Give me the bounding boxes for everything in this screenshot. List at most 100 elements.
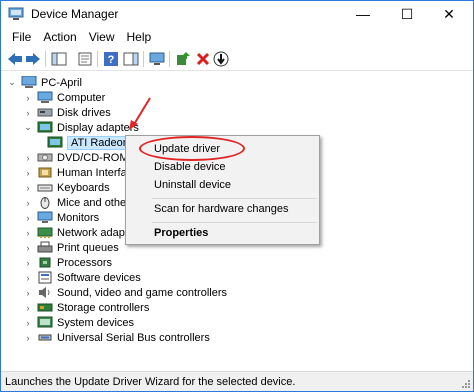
tree-item-print-queues[interactable]: › Print queues <box>23 240 119 255</box>
menu-item-properties[interactable]: Properties <box>154 227 208 239</box>
tree-item-label: Software devices <box>57 271 141 284</box>
keyboard-icon <box>37 181 53 194</box>
action-pane-icon[interactable] <box>123 51 139 67</box>
tree-item-software-devices[interactable]: › Software devices <box>23 270 141 285</box>
help-icon[interactable]: ? <box>103 51 119 67</box>
chevron-right-icon[interactable]: › <box>23 333 33 343</box>
annotation-ellipse <box>139 136 245 161</box>
tree-item-label: Human Interfac <box>57 166 133 179</box>
annotation-arrow <box>129 97 151 130</box>
tree-item-disk-drives[interactable]: › Disk drives <box>23 105 111 120</box>
menu-separator <box>152 222 317 223</box>
chevron-right-icon[interactable]: › <box>23 318 33 328</box>
tree-item-system-devices[interactable]: › System devices <box>23 315 134 330</box>
tree-item-ati-radeon[interactable]: ATI Radeon <box>43 135 133 150</box>
dvd-drive-icon <box>37 151 53 164</box>
chevron-down-icon[interactable]: ⌄ <box>7 77 17 88</box>
storage-controller-icon <box>37 301 53 314</box>
tree-item-network-adapters[interactable]: › Network adapte <box>23 225 135 240</box>
chevron-right-icon[interactable]: › <box>23 93 33 103</box>
minimize-button[interactable]: — <box>341 1 385 27</box>
tree-item-computer[interactable]: › Computer <box>23 90 105 105</box>
disk-drive-icon <box>37 106 53 119</box>
tree-item-mice[interactable]: › Mice and other <box>23 195 130 210</box>
computer-icon <box>21 75 37 89</box>
display-adapter-icon <box>37 121 53 134</box>
tree-item-keyboards[interactable]: › Keyboards <box>23 180 110 195</box>
chevron-right-icon[interactable]: › <box>23 108 33 118</box>
update-driver-icon[interactable] <box>175 51 191 67</box>
menu-action[interactable]: Action <box>37 27 82 47</box>
chevron-right-icon[interactable]: › <box>23 273 33 283</box>
close-button[interactable]: ✕ <box>427 1 471 27</box>
network-adapter-icon <box>37 226 53 239</box>
menu-help[interactable]: Help <box>121 27 158 47</box>
tree-item-processors[interactable]: › Processors <box>23 255 113 270</box>
computer-icon <box>37 91 53 104</box>
tree-item-label: System devices <box>57 316 135 329</box>
maximize-button[interactable]: ☐ <box>385 1 429 27</box>
chevron-right-icon[interactable]: › <box>23 213 33 223</box>
monitor-icon <box>37 211 53 224</box>
tree-item-label: Print queues <box>57 241 119 254</box>
tree-root[interactable]: ⌄ PC-April <box>7 75 82 90</box>
menu-item-scan-hardware[interactable]: Scan for hardware changes <box>154 203 289 215</box>
properties-icon[interactable] <box>77 51 93 67</box>
chevron-right-icon[interactable]: › <box>23 303 33 313</box>
forward-arrow-icon[interactable] <box>25 51 41 67</box>
toolbar-separator <box>45 51 46 67</box>
uninstall-device-icon[interactable] <box>195 51 211 67</box>
toolbar-separator <box>169 51 170 67</box>
tree-item-sound-video[interactable]: › Sound, video and game controllers <box>23 285 228 300</box>
chevron-right-icon[interactable]: › <box>23 258 33 268</box>
display-adapter-icon <box>47 136 63 149</box>
toolbar: ? <box>1 47 473 71</box>
tree-item-label: DVD/CD-ROM <box>57 151 129 164</box>
device-manager-window: Device Manager — ☐ ✕ File Action View He… <box>0 0 474 392</box>
mouse-icon <box>37 196 53 209</box>
resize-grip-icon[interactable] <box>461 379 471 389</box>
chevron-down-icon[interactable]: ⌄ <box>23 122 33 133</box>
status-text: Launches the Update Driver Wizard for th… <box>5 376 296 388</box>
menu-view[interactable]: View <box>83 27 121 47</box>
menu-file[interactable]: File <box>6 27 37 47</box>
chevron-right-icon[interactable]: › <box>23 243 33 253</box>
chevron-right-icon[interactable]: › <box>23 153 33 163</box>
hid-icon <box>37 166 53 179</box>
toolbar-separator <box>97 51 98 67</box>
tree-item-display-adapters[interactable]: ⌄ Display adapters <box>23 120 139 135</box>
tree-item-label: Storage controllers <box>57 301 150 314</box>
status-bar: Launches the Update Driver Wizard for th… <box>1 371 473 391</box>
chevron-right-icon[interactable]: › <box>23 198 33 208</box>
tree-item-usb-controllers[interactable]: › Universal Serial Bus controllers <box>23 330 210 345</box>
system-device-icon <box>37 316 53 329</box>
chevron-right-icon[interactable]: › <box>23 168 33 178</box>
chevron-right-icon[interactable]: › <box>23 228 33 238</box>
chevron-right-icon[interactable]: › <box>23 183 33 193</box>
title-bar[interactable]: Device Manager — ☐ ✕ <box>1 1 473 27</box>
chevron-right-icon[interactable]: › <box>23 288 33 298</box>
show-hide-console-tree-icon[interactable] <box>51 51 67 67</box>
software-device-icon <box>37 271 53 284</box>
tree-item-dvd-cd-rom[interactable]: › DVD/CD-ROM <box>23 150 129 165</box>
back-arrow-icon[interactable] <box>7 51 23 67</box>
tree-item-monitors[interactable]: › Monitors <box>23 210 99 225</box>
tree-item-label: Network adapte <box>57 226 135 239</box>
tree-item-label: Processors <box>57 256 113 269</box>
tree-root-label: PC-April <box>41 76 82 89</box>
menu-item-disable-device[interactable]: Disable device <box>154 161 226 173</box>
svg-text:?: ? <box>108 54 115 66</box>
selected-device-label: ATI Radeon <box>67 135 133 150</box>
scan-hardware-icon[interactable] <box>213 51 229 67</box>
tree-item-label: Sound, video and game controllers <box>57 286 227 299</box>
tree-item-human-interface[interactable]: › Human Interfac <box>23 165 133 180</box>
menu-bar: File Action View Help <box>1 27 473 47</box>
processor-icon <box>37 256 53 269</box>
tree-item-label: Keyboards <box>57 181 110 194</box>
tree-item-storage-controllers[interactable]: › Storage controllers <box>23 300 150 315</box>
window-title: Device Manager <box>31 7 119 21</box>
toolbar-separator <box>143 51 144 67</box>
menu-item-uninstall-device[interactable]: Uninstall device <box>154 179 231 191</box>
monitor-icon[interactable] <box>149 51 165 67</box>
sound-icon <box>37 286 53 299</box>
